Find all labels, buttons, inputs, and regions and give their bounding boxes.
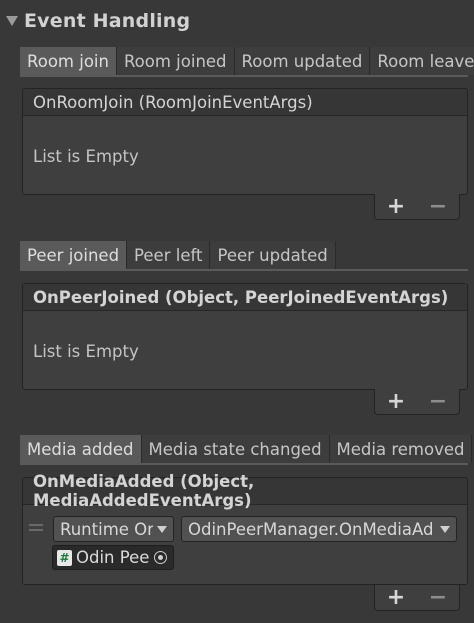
object-picker-icon[interactable] (154, 551, 167, 564)
on-room-join-event: OnRoomJoin (RoomJoinEventArgs) List is E… (22, 88, 468, 195)
tab-room-joined[interactable]: Room joined (116, 47, 235, 75)
remove-listener-button[interactable]: − (429, 586, 447, 609)
event-title: OnRoomJoin (RoomJoinEventArgs) (23, 89, 467, 116)
runtime-mode-dropdown[interactable]: Runtime Or (53, 516, 174, 542)
peer-tab-bar: Peer joined Peer left Peer updated (20, 241, 468, 271)
runtime-mode-value: Runtime Or (60, 519, 153, 539)
tab-media-removed[interactable]: Media removed (329, 435, 473, 463)
add-listener-button[interactable]: + (387, 586, 405, 609)
method-value: OdinPeerManager.OnMediaAd (188, 519, 434, 539)
tab-peer-updated[interactable]: Peer updated (210, 241, 336, 269)
target-object-field[interactable]: # Odin Pee (52, 545, 174, 570)
target-object-value: Odin Pee (76, 548, 150, 567)
add-listener-button[interactable]: + (387, 390, 405, 413)
event-handling-inspector: Event Handling Room join Room joined Roo… (0, 0, 474, 623)
remove-listener-button[interactable]: − (429, 195, 447, 218)
script-hash-icon: # (57, 549, 72, 566)
tab-room-leave[interactable]: Room leave (370, 47, 474, 75)
tab-room-updated[interactable]: Room updated (234, 47, 371, 75)
empty-list-label: List is Empty (33, 147, 139, 166)
method-dropdown[interactable]: OdinPeerManager.OnMediaAd (181, 516, 457, 542)
list-footer: + − (374, 585, 460, 611)
section-title: Event Handling (24, 10, 191, 32)
on-peer-joined-event: OnPeerJoined (Object, PeerJoinedEventArg… (22, 283, 468, 390)
add-listener-button[interactable]: + (387, 195, 405, 218)
foldout-arrow-icon[interactable] (6, 16, 18, 26)
event-handling-foldout[interactable]: Event Handling (0, 6, 474, 36)
event-title: OnPeerJoined (Object, PeerJoinedEventArg… (23, 284, 467, 311)
on-media-added-event: OnMediaAdded (Object, MediaAddedEventArg… (22, 472, 468, 585)
chevron-down-icon (157, 525, 167, 533)
event-title: OnMediaAdded (Object, MediaAddedEventArg… (23, 472, 467, 510)
tab-room-join[interactable]: Room join (20, 47, 117, 75)
empty-list-label: List is Empty (33, 342, 139, 361)
chevron-down-icon (440, 525, 450, 533)
list-footer: + − (374, 194, 460, 220)
tab-media-added[interactable]: Media added (20, 435, 142, 463)
remove-listener-button[interactable]: − (429, 390, 447, 413)
media-tab-bar: Media added Media state changed Media re… (20, 435, 473, 465)
list-footer: + − (374, 389, 460, 415)
tab-peer-left[interactable]: Peer left (127, 241, 211, 269)
room-tab-bar: Room join Room joined Room updated Room … (20, 47, 474, 77)
tab-peer-joined[interactable]: Peer joined (20, 241, 128, 269)
tab-media-state-changed[interactable]: Media state changed (141, 435, 330, 463)
drag-handle[interactable] (29, 524, 43, 531)
